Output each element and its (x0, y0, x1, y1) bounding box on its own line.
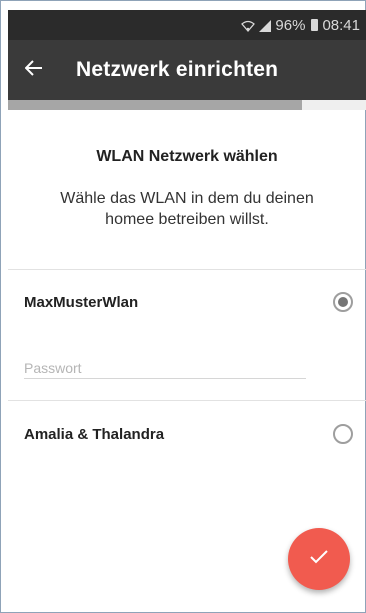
setup-progress-bar (8, 100, 366, 110)
confirm-button[interactable] (288, 528, 350, 590)
signal-icon (259, 19, 272, 32)
radio-selected-icon[interactable] (333, 292, 353, 312)
radio-dot (338, 297, 348, 307)
battery-icon (311, 19, 319, 31)
main-content: WLAN Netzwerk wählen Wähle das WLAN in d… (8, 110, 366, 613)
progress-fill (8, 100, 302, 110)
network-name: MaxMusterWlan (24, 293, 139, 311)
arrow-left-icon (24, 59, 43, 81)
section-description: Wähle das WLAN in dem du deinen homee be… (60, 190, 314, 228)
wifi-icon (241, 19, 256, 32)
divider (8, 400, 366, 401)
divider (8, 269, 366, 270)
page-title: Netzwerk einrichten (76, 58, 279, 81)
back-button[interactable] (8, 40, 60, 100)
app-bar: Netzwerk einrichten (8, 40, 366, 100)
password-input[interactable] (24, 357, 306, 379)
check-icon (309, 549, 329, 570)
network-name: Amalia & Thalandra (24, 425, 165, 443)
section-heading: WLAN Netzwerk wählen (96, 148, 278, 165)
status-bar: 96% 08:41 (8, 10, 366, 40)
radio-unselected-icon[interactable] (333, 424, 353, 444)
clock: 08:41 (322, 16, 360, 34)
battery-percent: 96% (275, 16, 306, 34)
network-item[interactable]: Amalia & Thalandra (8, 414, 366, 454)
network-item[interactable]: MaxMusterWlan (8, 282, 366, 322)
